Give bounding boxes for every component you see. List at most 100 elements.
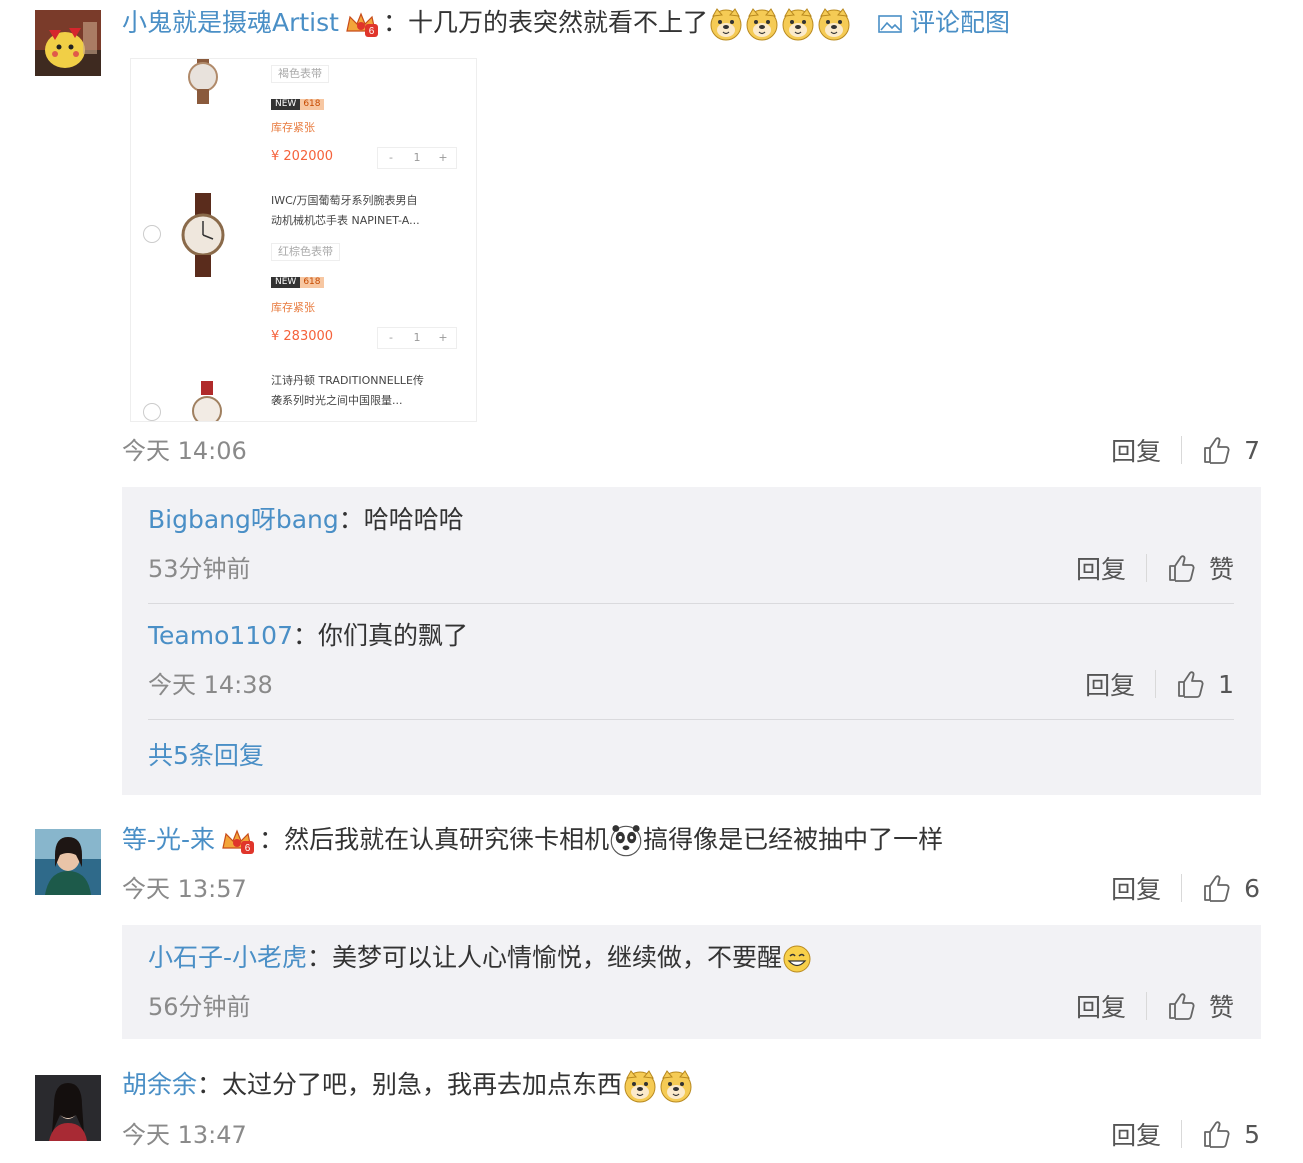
username-link[interactable]: Bigbang呀bang — [148, 505, 339, 534]
username-link[interactable]: Teamo1107 — [148, 621, 293, 650]
comment-timestamp: 今天 13:57 — [122, 875, 247, 903]
more-replies-link[interactable]: 共5条回复 — [148, 740, 264, 772]
username-link[interactable]: 胡余余 — [122, 1070, 197, 1099]
product-spec: 红棕色表带 — [271, 243, 340, 261]
doge-emoji-icon — [658, 1068, 694, 1104]
comment-line: 等-光-来 ：然后我就在认真研究徕卡相机 搞得像是已经被抽中了一样 — [122, 824, 943, 858]
like-button[interactable]: 1 — [1176, 669, 1234, 699]
like-button[interactable]: 赞 — [1167, 550, 1234, 586]
comment-actions: 回复 5 — [1111, 1116, 1260, 1152]
username-link[interactable]: 小石子-小老虎 — [148, 943, 307, 972]
action-divider — [1155, 670, 1157, 698]
user-avatar-image — [35, 10, 101, 76]
reply-divider — [148, 719, 1234, 720]
watch-thumbnail-image — [192, 381, 222, 421]
reply-line: Bigbang呀bang：哈哈哈哈 — [148, 505, 464, 534]
stock-status: 库存紧张 — [271, 121, 315, 134]
doge-emoji-icon — [744, 6, 780, 42]
reply-timestamp: 今天 14:38 — [148, 671, 273, 699]
action-divider — [1181, 874, 1183, 902]
member-badge-icon — [219, 826, 255, 856]
quantity-stepper: -1 + — [377, 327, 457, 349]
reply-button[interactable]: 回复 — [1085, 666, 1135, 702]
product-tag: NEW 618 — [271, 277, 324, 288]
doge-emoji-icon — [622, 1068, 658, 1104]
product-price: ¥ 202000 — [271, 149, 334, 164]
reply-button[interactable]: 回复 — [1076, 550, 1126, 586]
doge-emoji-icon — [708, 6, 744, 42]
select-radio — [143, 403, 161, 421]
product-spec: 褐色表带 — [271, 65, 329, 83]
comment-timestamp: 今天 14:06 — [122, 437, 247, 465]
thumbs-up-icon — [1167, 553, 1197, 583]
quantity-stepper: -1 + — [377, 147, 457, 169]
doge-emoji-icon — [816, 6, 852, 42]
comment-line: 胡余余：太过分了吧，别急，我再去加点东西 — [122, 1068, 694, 1104]
action-divider — [1181, 1120, 1183, 1148]
username-link[interactable]: 等-光-来 — [122, 825, 215, 854]
product-name: IWC/万国葡萄牙系列腕表男自 — [271, 194, 418, 207]
like-button[interactable]: 6 — [1202, 873, 1260, 903]
thumbs-up-icon — [1202, 1119, 1232, 1149]
action-divider — [1145, 554, 1147, 582]
reply-text: 美梦可以让人心情愉悦，继续做，不要醒 — [332, 943, 783, 972]
like-count: 7 — [1244, 435, 1260, 465]
reply-line: Teamo1107：你们真的飘了 — [148, 621, 469, 650]
comment-text: 然后我就在认真研究徕卡相机 — [284, 825, 610, 854]
reply-button[interactable]: 回复 — [1076, 988, 1126, 1024]
like-count: 赞 — [1208, 555, 1234, 584]
reply-timestamp: 56分钟前 — [148, 993, 251, 1021]
comment-image-label: 评论配图 — [909, 8, 1010, 37]
action-divider — [1145, 992, 1147, 1020]
like-button[interactable]: 7 — [1202, 435, 1260, 465]
comment-actions: 回复 7 — [1111, 432, 1260, 468]
reply-button[interactable]: 回复 — [1111, 1116, 1161, 1152]
comment-text: 十几万的表突然就看不上了 — [407, 8, 708, 37]
grin-emoji-icon — [782, 944, 812, 974]
thumbs-up-icon — [1202, 873, 1232, 903]
watch-thumbnail-image — [181, 193, 225, 277]
comment-image-link[interactable]: 评论配图 — [878, 8, 1010, 37]
stock-status: 库存紧张 — [271, 301, 315, 314]
comment-actions: 回复 6 — [1111, 870, 1260, 906]
reply-text: 哈哈哈哈 — [363, 505, 464, 534]
reply-actions: 回复 赞 — [1076, 990, 1234, 1022]
comment-text: 太过分了吧，别急，我再去加点东西 — [222, 1070, 623, 1099]
like-button[interactable]: 赞 — [1167, 988, 1234, 1024]
thumbs-up-icon — [1176, 669, 1206, 699]
like-count: 6 — [1244, 873, 1260, 903]
product-name: 袭系列时光之间中国限量... — [271, 394, 403, 407]
select-radio — [143, 225, 161, 243]
reply-divider — [148, 603, 1234, 604]
panda-emoji-icon — [609, 824, 643, 858]
picture-icon — [878, 15, 902, 33]
product-name: 江诗丹顿 TRADITIONNELLE传 — [271, 374, 424, 387]
thumbs-up-icon — [1167, 991, 1197, 1021]
watch-thumbnail-image — [188, 59, 218, 104]
like-count: 赞 — [1208, 993, 1234, 1022]
reply-button[interactable]: 回复 — [1111, 870, 1161, 906]
comment-timestamp: 今天 13:47 — [122, 1121, 247, 1149]
user-avatar-image — [35, 829, 101, 895]
product-price: ¥ 283000 — [271, 329, 334, 344]
reply-button[interactable]: 回复 — [1111, 432, 1161, 468]
like-button[interactable]: 5 — [1202, 1119, 1260, 1149]
comment-image[interactable]: 褐色表带 NEW 618 库存紧张 ¥ 202000 -1 + IWC/万国葡萄牙系… — [130, 58, 477, 422]
like-count: 1 — [1218, 669, 1234, 699]
comment-text: 搞得像是已经被抽中了一样 — [643, 825, 944, 854]
like-count: 5 — [1244, 1119, 1260, 1149]
action-divider — [1181, 436, 1183, 464]
thumbs-up-icon — [1202, 435, 1232, 465]
reply-actions: 回复 1 — [1085, 666, 1234, 702]
member-badge-icon — [343, 9, 379, 39]
doge-emoji-icon — [780, 6, 816, 42]
product-name: 动机械机芯手表 NAPINET-A... — [271, 214, 420, 227]
avatar[interactable] — [35, 10, 101, 76]
reply-line: 小石子-小老虎：美梦可以让人心情愉悦，继续做，不要醒 — [148, 942, 812, 974]
reply-text: 你们真的飘了 — [318, 621, 469, 650]
reply-actions: 回复 赞 — [1076, 552, 1234, 584]
reply-timestamp: 53分钟前 — [148, 555, 251, 583]
username-link[interactable]: 小鬼就是摄魂Artist — [122, 8, 339, 37]
avatar[interactable] — [35, 1075, 101, 1141]
avatar[interactable] — [35, 829, 101, 895]
